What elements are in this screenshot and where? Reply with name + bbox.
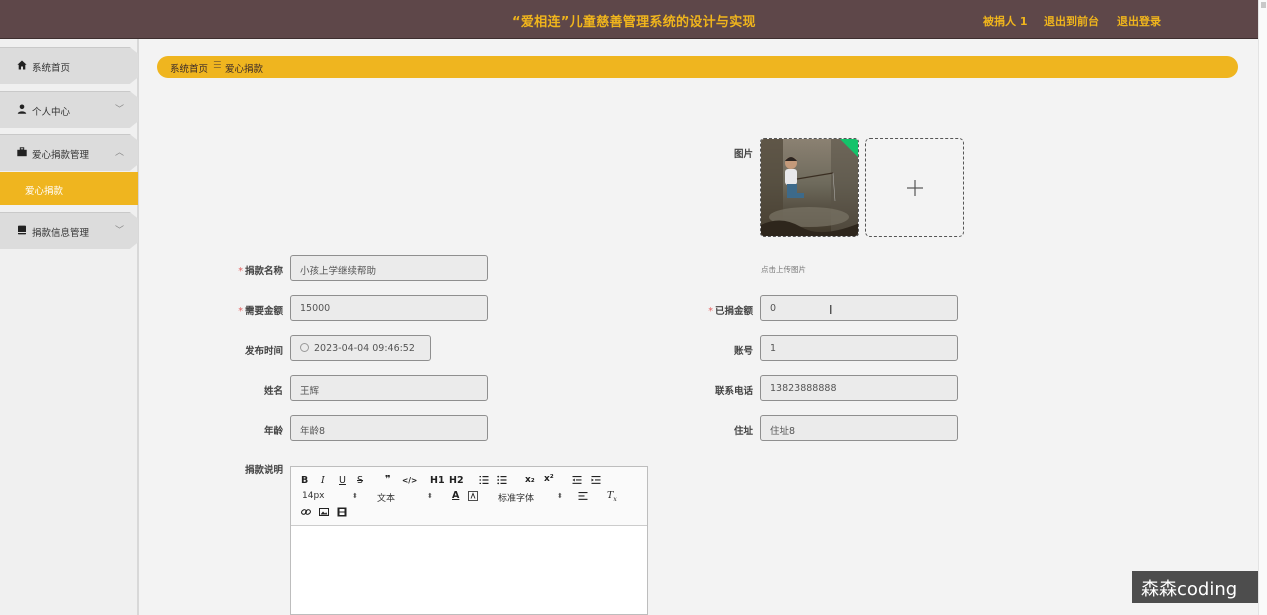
select-arrows-icon: ⬍ xyxy=(557,492,563,500)
age-label: 年龄 xyxy=(263,426,283,437)
sidebar-item-label: 个人中心 xyxy=(32,107,71,118)
indent-icon[interactable] xyxy=(591,475,601,485)
address-label: 住址 xyxy=(733,426,753,437)
strikethrough-button[interactable]: S xyxy=(357,475,363,486)
sidebar-subitem-donation[interactable]: 爱心捐款 xyxy=(0,172,138,205)
sidebar-item-label: 爱心捐款管理 xyxy=(32,150,90,161)
app-root: “爱相连”儿童慈善管理系统的设计与实现 被捐人 1 退出到前台 退出登录 系统首… xyxy=(0,0,1267,615)
chevron-down-icon: ﹀ xyxy=(115,105,125,115)
text-color-icon[interactable]: A xyxy=(452,490,459,501)
age-input[interactable]: 年龄8 xyxy=(290,415,488,441)
donation-name-input[interactable]: 小孩上学继续帮助 xyxy=(290,255,488,281)
plus-icon xyxy=(907,180,923,196)
description-editor: B I U S ❞ </> H1 H2 x₂ x² 14px ⬍ 文本 ⬍ A 标准… xyxy=(290,466,648,615)
scrollbar-thumb[interactable] xyxy=(1261,2,1266,8)
sidebar-item-label: 捐款信息管理 xyxy=(32,228,90,239)
bullet-list-icon[interactable] xyxy=(497,475,507,485)
background-color-icon[interactable] xyxy=(468,491,478,501)
sidebar-item-personal-center[interactable]: 个人中心 ﹀ xyxy=(0,91,138,128)
current-user-label: 被捐人 1 xyxy=(983,15,1028,28)
watermark: 森森coding xyxy=(1132,571,1258,603)
add-image-button[interactable] xyxy=(865,138,964,237)
bold-button[interactable]: B xyxy=(301,475,308,486)
format-value: 文本 xyxy=(377,494,396,504)
top-header: “爱相连”儿童慈善管理系统的设计与实现 被捐人 1 退出到前台 退出登录 xyxy=(0,0,1258,39)
editor-toolbar: B I U S ❞ </> H1 H2 x₂ x² 14px ⬍ 文本 ⬍ A 标准… xyxy=(291,467,647,526)
publish-time-picker[interactable]: 2023-04-04 09:46:52 xyxy=(290,335,431,361)
phone-input[interactable]: 13823888888 xyxy=(760,375,958,401)
font-size-value: 14px xyxy=(302,491,325,501)
font-size-select[interactable]: 14px ⬍ xyxy=(302,491,358,501)
sidebar-item-home[interactable]: 系统首页 xyxy=(0,47,138,84)
clear-format-icon[interactable]: Tx xyxy=(607,490,617,503)
chevron-down-icon: ﹀ xyxy=(115,226,125,236)
code-block-button[interactable]: </> xyxy=(402,476,417,485)
breadcrumb-current: 爱心捐款 xyxy=(225,64,264,75)
address-input[interactable]: 住址8 xyxy=(760,415,958,441)
phone-label: 联系电话 xyxy=(714,386,753,397)
underline-button[interactable]: U xyxy=(339,475,346,486)
publish-time-label: 发布时间 xyxy=(244,346,283,357)
amount-needed-input[interactable]: 15000 xyxy=(290,295,488,321)
image-label: 图片 xyxy=(733,149,753,160)
home-icon xyxy=(17,60,27,70)
breadcrumb-home[interactable]: 系统首页 xyxy=(170,61,208,75)
briefcase-icon xyxy=(17,147,27,157)
sidebar-subitem-label: 爱心捐款 xyxy=(25,186,64,197)
amount-donated-input[interactable]: 0 xyxy=(760,295,958,321)
full-name-label: 姓名 xyxy=(263,386,283,397)
logout-link[interactable]: 退出登录 xyxy=(1117,13,1161,29)
chevron-up-icon: ︿ xyxy=(115,148,125,158)
full-name-input[interactable]: 王辉 xyxy=(290,375,488,401)
font-family-select[interactable]: 标准字体 ⬍ xyxy=(498,491,564,504)
account-input[interactable]: 1 xyxy=(760,335,958,361)
amount-needed-label: * 需要金额 xyxy=(238,306,283,317)
account-label: 账号 xyxy=(733,346,753,357)
site-title: “爱相连”儿童慈善管理系统的设计与实现 xyxy=(512,15,756,30)
description-label: 捐款说明 xyxy=(244,465,283,476)
italic-button[interactable]: I xyxy=(321,475,325,486)
sidebar-item-donation-management[interactable]: 爱心捐款管理 ︿ xyxy=(0,134,138,171)
amount-donated-label: * 已捐金额 xyxy=(708,306,753,317)
name-label: * 捐款名称 xyxy=(238,266,283,277)
format-select[interactable]: 文本 ⬍ xyxy=(377,491,433,504)
superscript-button[interactable]: x² xyxy=(544,474,554,484)
link-icon[interactable] xyxy=(301,507,311,517)
outdent-icon[interactable] xyxy=(572,475,582,485)
heading1-button[interactable]: H1 xyxy=(430,475,445,486)
uploaded-image-thumbnail[interactable] xyxy=(760,138,859,237)
clock-icon xyxy=(300,343,309,352)
description-editor-area[interactable] xyxy=(291,526,647,614)
select-arrows-icon: ⬍ xyxy=(352,492,358,500)
video-insert-icon[interactable] xyxy=(337,507,347,517)
sidebar-item-donation-info[interactable]: 捐款信息管理 ﹀ xyxy=(0,212,138,249)
person-icon xyxy=(17,104,27,114)
sidebar-item-label: 系统首页 xyxy=(32,63,71,74)
breadcrumb: 系统首页 ☰ 爱心捐款 xyxy=(157,56,1238,78)
document-icon xyxy=(18,225,26,235)
blockquote-button[interactable]: ❞ xyxy=(385,474,391,485)
exit-to-front-link[interactable]: 退出到前台 xyxy=(1044,13,1099,29)
align-icon[interactable] xyxy=(578,491,588,501)
font-family-value: 标准字体 xyxy=(498,494,535,504)
upload-success-badge xyxy=(840,139,858,157)
subscript-button[interactable]: x₂ xyxy=(525,475,535,485)
upload-tip: 点击上传图片 xyxy=(761,265,806,274)
publish-time-value: 2023-04-04 09:46:52 xyxy=(314,343,415,354)
ordered-list-icon[interactable] xyxy=(479,475,489,485)
text-cursor-icon: I xyxy=(829,303,833,317)
select-arrows-icon: ⬍ xyxy=(427,492,433,500)
page-scrollbar[interactable] xyxy=(1258,0,1267,615)
image-insert-icon[interactable] xyxy=(319,507,329,517)
heading2-button[interactable]: H2 xyxy=(449,475,464,486)
breadcrumb-separator: ☰ xyxy=(213,60,222,71)
sidebar: 系统首页 个人中心 ﹀ 爱心捐款管理 ︿ 爱心捐款 捐款信息管理 ﹀ xyxy=(0,39,139,615)
